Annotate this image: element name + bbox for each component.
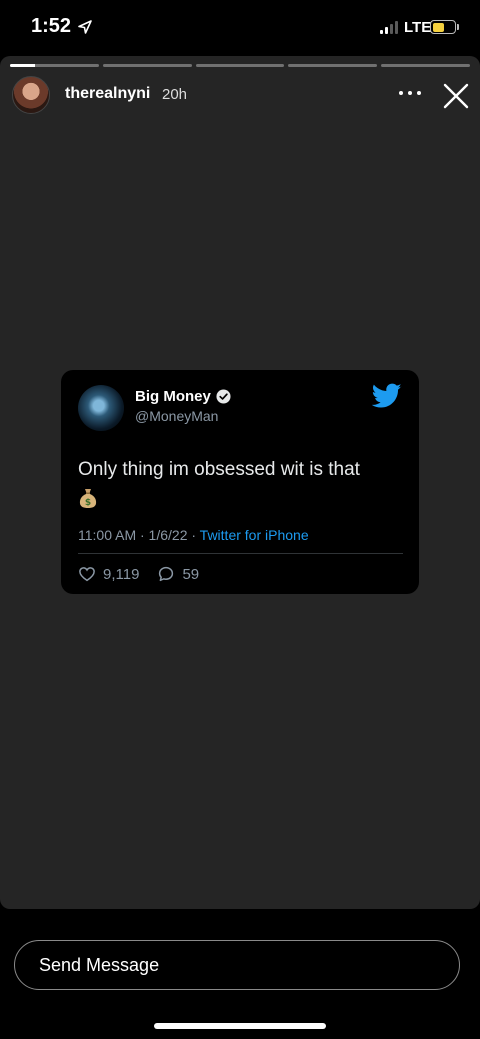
story-card[interactable]: therealnyni 20h Big Money @MoneyMan Only… (0, 56, 480, 909)
avatar[interactable] (12, 76, 50, 114)
tweet-name-row: Big Money (135, 388, 231, 405)
progress-segment (102, 64, 192, 67)
send-message-placeholder: Send Message (39, 955, 160, 975)
battery-icon (430, 20, 456, 34)
tweet-handle: @MoneyMan (135, 408, 219, 424)
home-indicator[interactable] (154, 1023, 326, 1029)
story-time-ago: 20h (162, 86, 188, 103)
signal-icon (380, 21, 398, 34)
story-progress-bar (10, 64, 470, 67)
tweet-avatar (78, 385, 124, 431)
replies-stat: 59 (157, 565, 199, 583)
progress-segment (288, 64, 378, 67)
battery-cap (457, 24, 459, 30)
tweet-source: Twitter for iPhone (199, 527, 309, 543)
location-arrow-icon (78, 19, 92, 34)
tweet-stats: 9,119 59 (78, 565, 217, 583)
progress-segment (10, 64, 99, 67)
tweet-meta: 11:00 AM · 1/6/22 · Twitter for iPhone (78, 527, 309, 543)
money-bag-icon: $ (79, 488, 97, 508)
tweet-text-content: Only thing im obsessed wit is that (78, 459, 360, 480)
tweet-display-name: Big Money (135, 388, 211, 405)
send-message-input[interactable]: Send Message (14, 940, 460, 990)
network-label: LTE (404, 19, 432, 36)
more-icon[interactable] (399, 82, 421, 104)
progress-segment (195, 64, 285, 67)
instagram-story-screen: 1:52 LTE therealnyni 20h Big Money @Mone… (0, 0, 480, 1039)
verified-badge-icon (216, 389, 231, 404)
tweet-card: Big Money @MoneyMan Only thing im obsess… (61, 370, 419, 594)
status-time-group: 1:52 (31, 15, 93, 38)
progress-segment (381, 64, 470, 67)
tweet-timestamp: 11:00 AM · 1/6/22 · (78, 527, 200, 543)
tweet-divider (78, 553, 403, 554)
svg-text:$: $ (85, 498, 91, 508)
story-header: therealnyni 20h (12, 76, 472, 116)
reply-bubble-icon (159, 566, 174, 582)
close-icon[interactable] (442, 82, 470, 110)
tweet-text: Only thing im obsessed wit is that $ (78, 456, 403, 512)
replies-count: 59 (182, 565, 200, 583)
status-time: 1:52 (31, 15, 72, 37)
twitter-bird-icon (372, 383, 402, 408)
likes-stat: 9,119 (78, 565, 139, 583)
status-bar: 1:52 LTE (0, 0, 480, 56)
story-username[interactable]: therealnyni (65, 85, 150, 103)
likes-count: 9,119 (103, 565, 140, 583)
heart-icon (79, 567, 95, 582)
